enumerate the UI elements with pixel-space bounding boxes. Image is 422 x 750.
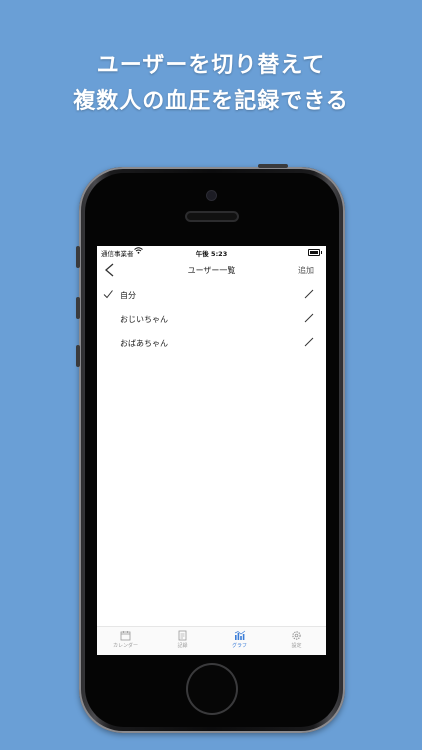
edit-pencil-icon[interactable] [304,289,314,299]
user-name: おじいちゃん [120,315,168,324]
tab-calendar[interactable]: カレンダー [97,630,154,649]
user-row-grandma[interactable]: おばあちゃん [97,332,326,356]
headline-line-1: ユーザーを切り替えて [96,53,326,78]
user-list: 自分 おじいちゃん おばあちゃん [97,284,326,356]
user-row-self[interactable]: 自分 [97,284,326,308]
tab-records[interactable]: 記録 [154,630,211,649]
user-name: 自分 [120,291,136,300]
status-bar: 通信事業者 午後 5:23 [97,246,326,258]
battery-icon [308,249,322,256]
earpiece-speaker [187,213,237,220]
tab-label: 記録 [177,643,188,649]
headline-line-2: 複数人の血圧を記録できる [73,89,349,114]
tab-label: グラフ [231,643,247,649]
user-row-grandpa[interactable]: おじいちゃん [97,308,326,332]
calendar-icon [120,631,131,641]
home-button[interactable] [188,665,236,713]
tab-bar: カレンダー 記録 グラフ 設定 [97,626,326,655]
tab-settings[interactable]: 設定 [268,630,325,649]
add-user-button[interactable]: 追加 [298,265,314,276]
front-camera [207,191,216,200]
promo-headline: ユーザーを切り替えて 複数人の血圧を記録できる [0,48,422,120]
graph-icon [234,630,245,640]
mute-switch [76,246,80,268]
navigation-bar: ユーザー一覧 追加 [97,258,326,282]
volume-down-button [76,345,80,367]
app-screen: 通信事業者 午後 5:23 ユーザー一覧 追加 自分 おじいちゃん おばあちゃん… [97,246,326,655]
notes-icon [178,630,187,641]
tab-label: カレンダー [112,643,138,649]
edit-pencil-icon[interactable] [304,313,314,323]
tab-label: 設定 [291,643,302,649]
gear-icon [292,631,301,640]
checkmark-icon [103,290,113,299]
power-button [258,164,288,168]
volume-up-button [76,297,80,319]
page-title: ユーザー一覧 [187,266,236,275]
user-name: おばあちゃん [120,339,168,348]
edit-pencil-icon[interactable] [304,337,314,347]
tab-graph[interactable]: グラフ [211,630,268,649]
status-time: 午後 5:23 [195,250,228,258]
